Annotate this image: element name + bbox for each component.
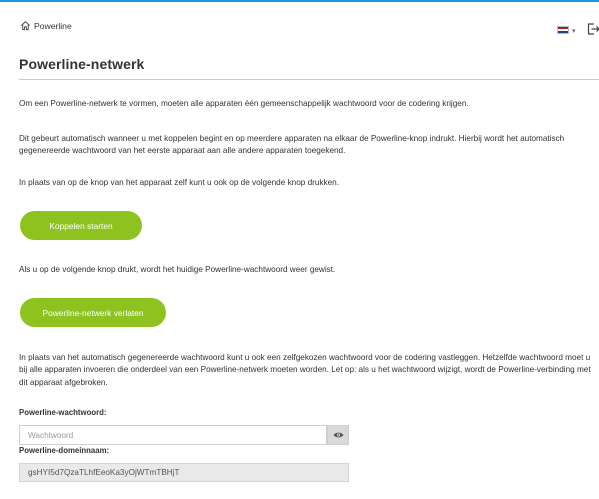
home-icon xyxy=(21,21,30,31)
custom-password-paragraph: In plaats van het automatisch gegenereer… xyxy=(19,353,591,387)
breadcrumb[interactable]: Powerline xyxy=(20,20,72,31)
start-pairing-button[interactable]: Koppelen starten xyxy=(20,211,142,240)
eye-icon xyxy=(333,432,343,438)
password-label: Powerline-wachtwoord: xyxy=(19,408,107,417)
leave-button-hint: Als u op de volgende knop drukt, wordt h… xyxy=(19,265,336,274)
password-field-group xyxy=(19,425,349,445)
breadcrumb-label: Powerline xyxy=(34,20,72,31)
flag-nl-icon[interactable] xyxy=(557,26,569,34)
title-divider xyxy=(19,79,599,80)
auto-pairing-paragraph: Dit gebeurt automatisch wanneer u met ko… xyxy=(19,134,565,156)
intro-paragraph: Om een Powerline-netwerk te vormen, moet… xyxy=(19,99,469,108)
domain-label: Powerline-domeinnaam: xyxy=(19,446,110,455)
header: Powerline ▾ xyxy=(0,14,599,40)
show-password-button[interactable] xyxy=(327,425,349,445)
page-title: Powerline-netwerk xyxy=(19,56,145,72)
chevron-down-icon[interactable]: ▾ xyxy=(572,27,576,35)
password-input[interactable] xyxy=(19,425,327,445)
logout-icon[interactable] xyxy=(586,22,599,36)
pair-button-hint: In plaats van op de knop van het apparaa… xyxy=(19,178,339,187)
leave-network-button[interactable]: Powerline-netwerk verlaten xyxy=(20,298,166,327)
top-accent-line xyxy=(0,0,599,2)
domain-name-field: gsHYI5d7QzaTLhfEeoKa3yOjWTmTBHjT xyxy=(19,463,349,482)
